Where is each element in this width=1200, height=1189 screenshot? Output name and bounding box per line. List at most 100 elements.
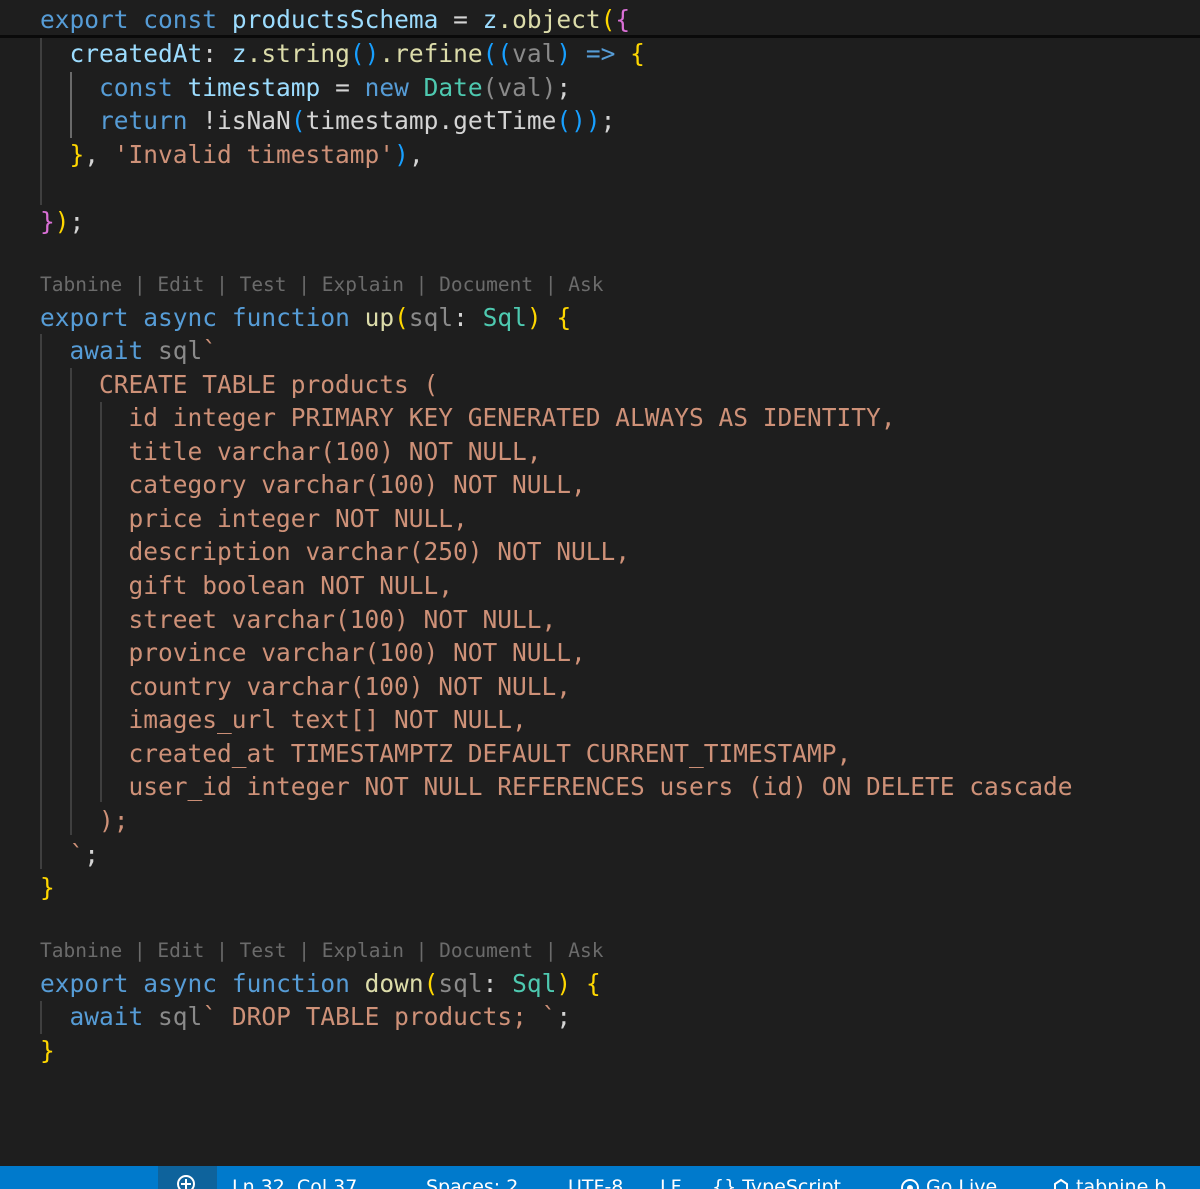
bracket: ) xyxy=(556,969,572,998)
bracket: } xyxy=(69,140,85,169)
code-line[interactable]: title varchar(100) NOT NULL, xyxy=(40,435,542,468)
status-bar: Ln 32, Col 37 Spaces: 2 UTF-8 LF {} Type… xyxy=(0,1166,1200,1189)
template-delimiter: ` xyxy=(202,336,218,365)
bracket: ) xyxy=(556,39,572,68)
template-delimiter: ` xyxy=(69,840,85,869)
sql-text: id integer PRIMARY KEY GENERATED ALWAYS … xyxy=(128,403,896,432)
punctuation: : xyxy=(453,303,483,332)
punctuation: ; xyxy=(69,207,85,236)
code-line[interactable]: ); xyxy=(40,804,129,837)
code-line[interactable]: user_id integer NOT NULL REFERENCES user… xyxy=(40,770,1073,803)
sql-text: category varchar(100) NOT NULL, xyxy=(128,470,586,499)
code-line[interactable]: await sql` DROP TABLE products; `; xyxy=(40,1000,572,1033)
code-line[interactable]: images_url text[] NOT NULL, xyxy=(40,703,527,736)
bracket: { xyxy=(585,969,601,998)
code-line[interactable]: }); xyxy=(40,205,84,238)
tabnine-codelens[interactable]: Tabnine | Edit | Test | Explain | Docume… xyxy=(40,937,604,965)
code-line[interactable]: price integer NOT NULL, xyxy=(40,502,468,535)
arrow-operator: => xyxy=(571,39,631,68)
method-name: .refine xyxy=(379,39,483,68)
encoding-setting[interactable]: UTF-8 xyxy=(568,1172,623,1189)
bracket: () xyxy=(556,106,586,135)
code-line[interactable]: gift boolean NOT NULL, xyxy=(40,569,454,602)
code-line[interactable]: createdAt: z.string().refine((val) => { xyxy=(40,37,645,70)
tabnine-codelens[interactable]: Tabnine | Edit | Test | Explain | Docume… xyxy=(40,271,604,299)
sql-text: description varchar(250) NOT NULL, xyxy=(128,537,631,566)
identifier: z xyxy=(482,5,498,34)
code-line[interactable]: await sql` xyxy=(40,334,218,367)
identifier: productsSchema xyxy=(231,5,439,34)
remote-indicator[interactable] xyxy=(158,1166,217,1189)
punctuation: , xyxy=(408,140,424,169)
keyword-export: export xyxy=(40,5,129,34)
bracket: ) xyxy=(585,106,601,135)
code-line[interactable]: province varchar(100) NOT NULL, xyxy=(40,636,586,669)
keyword-function: function xyxy=(231,969,350,998)
code-line[interactable]: `; xyxy=(40,838,100,871)
code-line[interactable]: CREATE TABLE products ( xyxy=(40,368,438,401)
sql-text: gift boolean NOT NULL, xyxy=(128,571,454,600)
string-literal: 'Invalid timestamp' xyxy=(113,140,395,169)
go-live-button[interactable]: Go Live xyxy=(900,1172,997,1189)
code-line[interactable]: } xyxy=(40,1034,55,1067)
sql-text: user_id integer NOT NULL REFERENCES user… xyxy=(128,772,1073,801)
bracket: ( xyxy=(423,969,439,998)
tabnine-status[interactable]: tabnine b xyxy=(1052,1172,1166,1189)
sticky-line[interactable]: export const productsSchema = z.object({ xyxy=(40,3,630,36)
sql-text: province varchar(100) NOT NULL, xyxy=(128,638,586,667)
function-name: down xyxy=(364,969,424,998)
punctuation: ; xyxy=(600,106,616,135)
punctuation: ; xyxy=(556,1002,572,1031)
eol-setting[interactable]: LF xyxy=(660,1172,682,1189)
keyword-function: function xyxy=(231,303,350,332)
sticky-scroll-header[interactable]: export const productsSchema = z.object({ xyxy=(0,0,1200,38)
identifier: z xyxy=(231,39,247,68)
code-line[interactable]: street varchar(100) NOT NULL, xyxy=(40,603,557,636)
cursor-position[interactable]: Ln 32, Col 37 xyxy=(232,1172,357,1189)
property-name: createdAt xyxy=(69,39,203,68)
keyword-await: await xyxy=(69,1002,144,1031)
parameter: sql xyxy=(438,969,483,998)
sql-text: created_at TIMESTAMPTZ DEFAULT CURRENT_T… xyxy=(128,739,852,768)
code-line[interactable]: category varchar(100) NOT NULL, xyxy=(40,468,586,501)
language-label: TypeScript xyxy=(742,1176,841,1189)
bracket: ( xyxy=(290,106,306,135)
sql-text: ` DROP TABLE products; ` xyxy=(202,1002,557,1031)
parameter: val xyxy=(512,39,557,68)
operator: ! xyxy=(187,106,218,135)
function-name: up xyxy=(364,303,395,332)
code-editor[interactable]: export const productsSchema = z.object({… xyxy=(0,0,1200,1166)
bracket: ( xyxy=(600,5,616,34)
bracket: ( xyxy=(394,303,409,332)
punctuation: : xyxy=(482,969,513,998)
code-line[interactable]: export async function up(sql: Sql) { xyxy=(40,301,571,334)
identifier: timestamp xyxy=(305,106,439,135)
language-mode[interactable]: {} TypeScript xyxy=(712,1172,841,1189)
indentation-setting[interactable]: Spaces: 2 xyxy=(426,1172,518,1189)
identifier: timestamp xyxy=(187,73,321,102)
bracket: } xyxy=(40,1036,55,1065)
bracket: (( xyxy=(482,39,513,68)
bracket: } xyxy=(40,207,55,236)
keyword-export: export xyxy=(40,969,129,998)
function-name: isNaN xyxy=(217,106,291,135)
code-line[interactable]: created_at TIMESTAMPTZ DEFAULT CURRENT_T… xyxy=(40,737,852,770)
punctuation: , xyxy=(84,140,114,169)
bracket: { xyxy=(630,39,645,68)
code-line[interactable]: country varchar(100) NOT NULL, xyxy=(40,670,572,703)
bracket: } xyxy=(40,873,55,902)
bracket: ) xyxy=(54,207,70,236)
braces-icon: {} xyxy=(712,1176,737,1189)
code-line[interactable]: } xyxy=(40,871,55,904)
class-name: Date xyxy=(423,73,483,102)
punctuation: ; xyxy=(84,840,100,869)
type-name: Sql xyxy=(482,303,527,332)
code-line[interactable]: description varchar(250) NOT NULL, xyxy=(40,535,631,568)
code-line[interactable]: const timestamp = new Date(val); xyxy=(40,71,571,104)
code-line[interactable]: }, 'Invalid timestamp'), xyxy=(40,138,424,171)
arguments: (val) xyxy=(482,73,557,102)
code-line[interactable]: export async function down(sql: Sql) { xyxy=(40,967,601,1000)
type-name: Sql xyxy=(512,969,557,998)
code-line[interactable]: id integer PRIMARY KEY GENERATED ALWAYS … xyxy=(40,401,896,434)
code-line[interactable]: return !isNaN(timestamp.getTime()); xyxy=(40,104,615,137)
